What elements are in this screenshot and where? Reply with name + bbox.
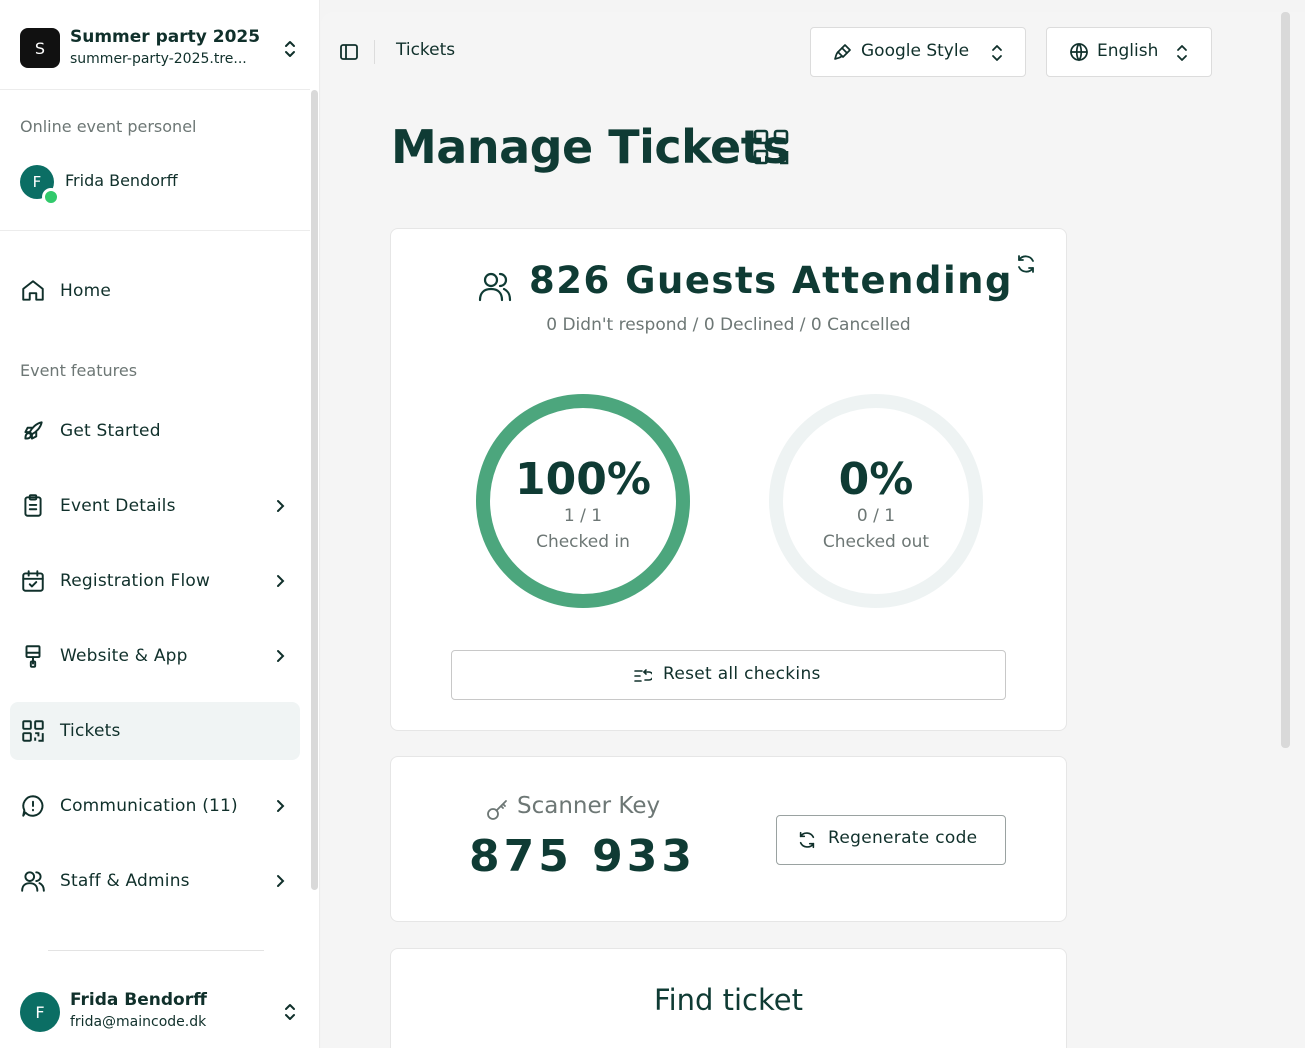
user-name: Frida Bendorff (70, 990, 207, 1010)
language-select[interactable]: English (1046, 27, 1212, 77)
checked-in-fraction: 1 / 1 (563, 506, 603, 526)
sidebar-item-home[interactable]: Home (10, 262, 300, 320)
chevron-right-icon (277, 800, 285, 812)
paintbrush-icon (25, 645, 41, 668)
sidebar-item-tickets[interactable]: Tickets (10, 702, 300, 760)
sidebar-scrollbar[interactable] (311, 90, 318, 890)
sidebar-item-website-app[interactable]: Website & App (10, 627, 300, 685)
sidebar-item-label: Home (60, 281, 112, 301)
checked-in-percent: 100% (515, 454, 651, 505)
main-scrollbar[interactable] (1281, 12, 1290, 748)
language-select-value: English (1097, 41, 1159, 61)
reset-checkins-label: Reset all checkins (663, 664, 821, 684)
checked-out-fraction: 0 / 1 (856, 506, 896, 526)
rocket-icon (24, 421, 43, 440)
sidebar-item-label: Registration Flow (60, 571, 211, 591)
key-icon (487, 800, 507, 820)
checked-in-ring: 100% 1 / 1 Checked in (474, 392, 692, 610)
online-personnel-title: Online event personel (20, 117, 197, 136)
sidebar-item-label: Event Details (60, 496, 176, 516)
organization-switcher[interactable]: S Summer party 2025 summer-party-2025.tr… (0, 0, 310, 90)
user-email: frida@maincode.dk (70, 1014, 207, 1030)
sidebar-item-label: Communication (11) (60, 796, 238, 816)
qr-code-icon[interactable] (753, 129, 789, 165)
sidebar-item-label: Get Started (60, 421, 161, 441)
online-status-dot (42, 188, 60, 206)
chevron-right-icon (277, 500, 285, 512)
scanner-key-code: 875 933 (469, 831, 697, 882)
refresh-icon[interactable] (1015, 253, 1037, 275)
sidebar-item-communication[interactable]: Communication (11) (10, 777, 300, 835)
scanner-key-title: Scanner Key (517, 793, 661, 819)
users-icon (21, 871, 45, 892)
section-title: Event features (20, 361, 138, 380)
org-name: Summer party 2025 (70, 27, 261, 47)
online-user-name: Frida Bendorff (65, 171, 178, 190)
divider (374, 40, 375, 64)
find-ticket-title: Find ticket (654, 983, 803, 1017)
reset-checkins-button[interactable]: Reset all checkins (451, 650, 1006, 700)
regenerate-code-button[interactable]: Regenerate code (776, 815, 1006, 865)
refresh-icon (799, 831, 815, 849)
response-summary: 0 Didn't respond / 0 Declined / 0 Cancel… (546, 315, 911, 335)
qr-code-icon (22, 720, 44, 742)
sidebar-item-label: Tickets (60, 721, 121, 741)
calendar-check-icon (22, 570, 44, 592)
chevron-up-down-icon (1177, 45, 1187, 61)
sidebar-item-label: Website & App (60, 646, 188, 666)
sidebar-item-staff-admins[interactable]: Staff & Admins (10, 852, 300, 910)
find-ticket-card: Find ticket (390, 948, 1067, 1048)
chevron-up-down-icon[interactable] (280, 1001, 300, 1023)
clipboard-icon (24, 494, 42, 517)
attendance-card: 826 Guests Attending 0 Didn't respond / … (390, 228, 1067, 731)
chevron-up-down-icon (992, 45, 1002, 61)
chevron-right-icon (277, 575, 285, 587)
sidebar-item-event-details[interactable]: Event Details (10, 477, 300, 535)
user-menu[interactable]: F Frida Bendorff frida@maincode.dk (0, 980, 310, 1048)
chevron-up-down-icon[interactable] (280, 38, 300, 60)
breadcrumb: Tickets (396, 40, 456, 60)
checked-out-ring: 0% 0 / 1 Checked out (767, 392, 985, 610)
scanner-key-card: Scanner Key 875 933 Regenerate code (390, 756, 1067, 922)
chevron-right-icon (277, 650, 285, 662)
main-content: Tickets Google Style English Manage Tick… (321, 12, 1305, 1048)
checked-in-label: Checked in (536, 532, 630, 552)
message-alert-icon (22, 795, 44, 817)
chevron-right-icon (277, 875, 285, 887)
users-icon (478, 272, 512, 302)
org-domain: summer-party-2025.tre... (70, 51, 247, 67)
sidebar-item-get-started[interactable]: Get Started (10, 402, 300, 460)
regenerate-code-label: Regenerate code (828, 828, 978, 848)
sidebar: S Summer party 2025 summer-party-2025.tr… (0, 0, 320, 1048)
divider (48, 950, 264, 951)
paintbrush-icon (834, 44, 851, 60)
checked-out-label: Checked out (822, 532, 930, 552)
list-reset-icon (634, 669, 652, 682)
globe-icon (1070, 43, 1088, 62)
checked-out-percent: 0% (838, 454, 914, 505)
style-select[interactable]: Google Style (810, 27, 1026, 77)
page-title: Manage Tickets (391, 120, 790, 174)
sidebar-toggle-icon[interactable] (339, 42, 359, 62)
sidebar-item-registration-flow[interactable]: Registration Flow (10, 552, 300, 610)
home-icon (22, 280, 44, 301)
org-logo: S (20, 28, 60, 68)
avatar: F (20, 992, 60, 1032)
style-select-value: Google Style (861, 41, 970, 61)
sidebar-item-label: Staff & Admins (60, 871, 190, 891)
guests-attending-headline: 826 Guests Attending (529, 259, 1013, 302)
online-personnel-panel: Online event personel F Frida Bendorff (0, 90, 310, 231)
